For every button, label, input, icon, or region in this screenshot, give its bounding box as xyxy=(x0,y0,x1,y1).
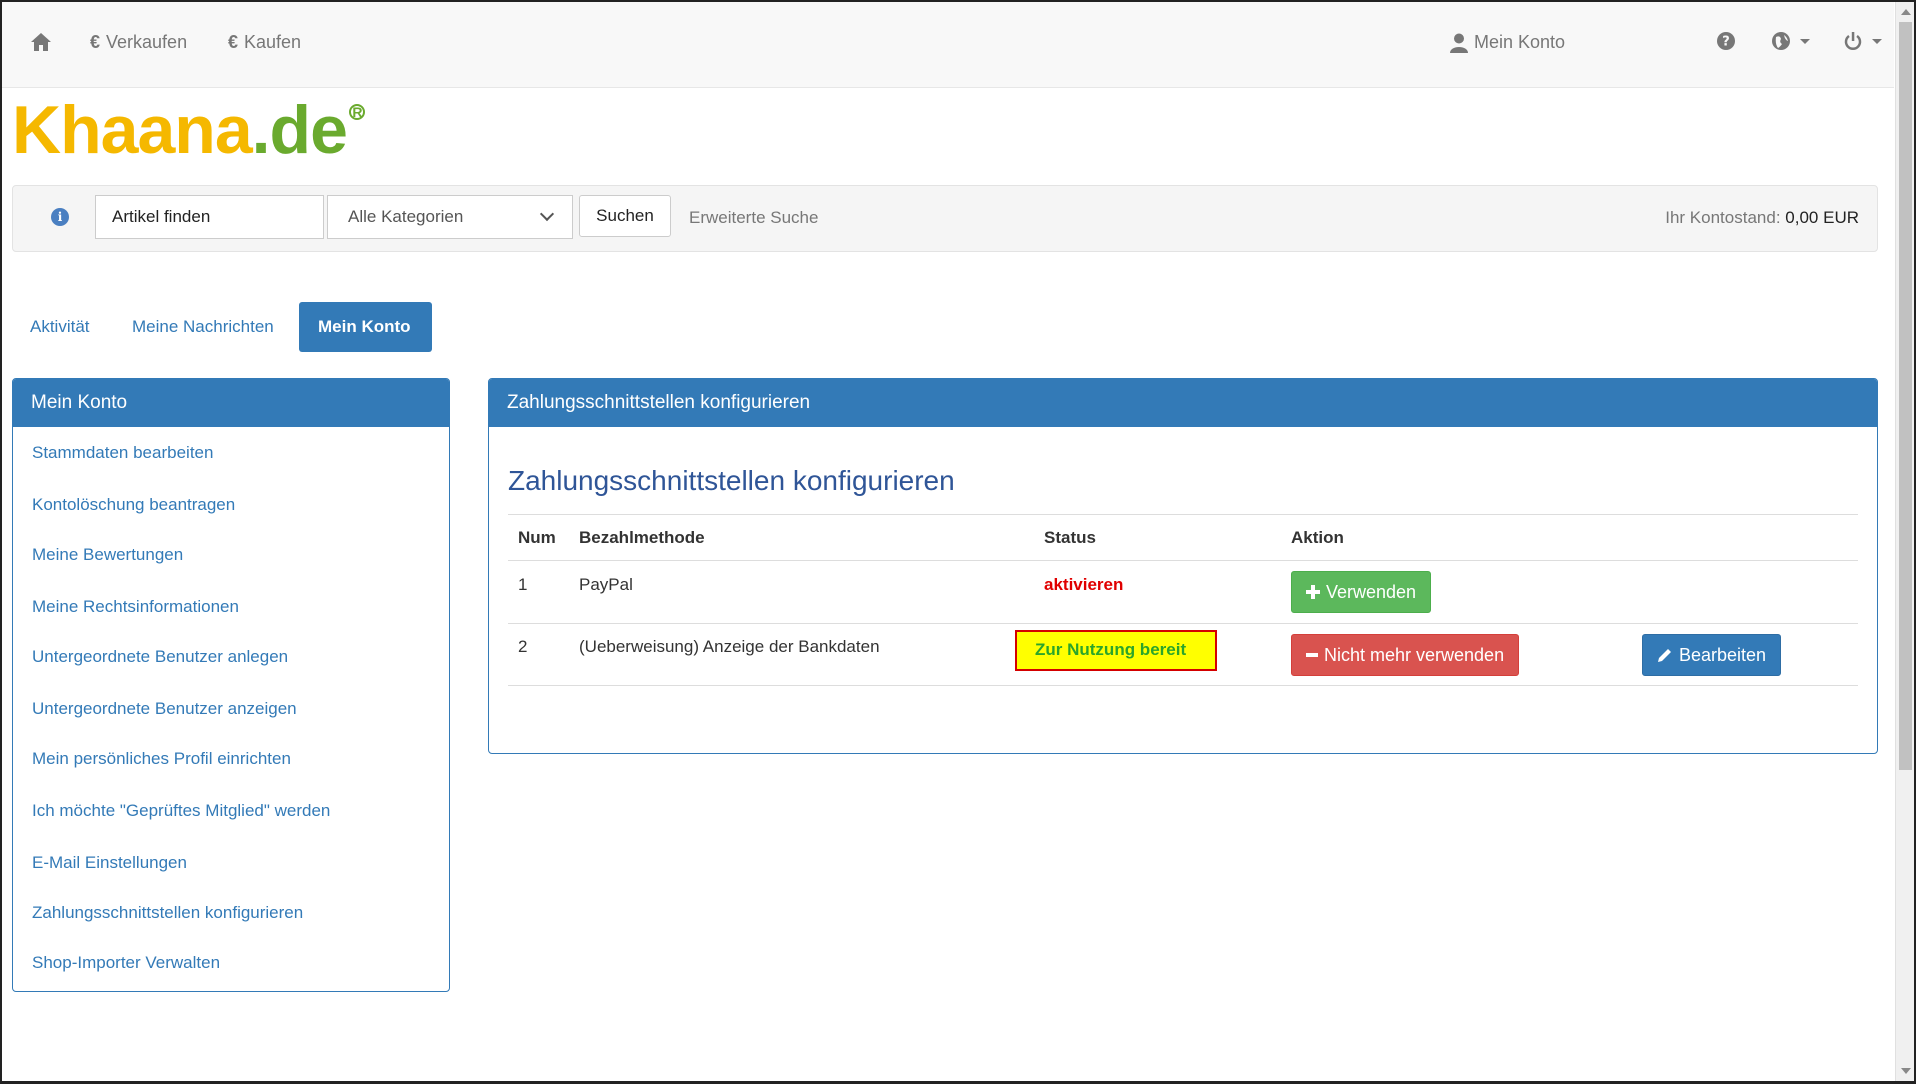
sidebar-item-bewertungen[interactable]: Meine Bewertungen xyxy=(32,545,183,565)
home-link[interactable] xyxy=(30,32,52,52)
table-header-row: Num Bezahlmethode Status Aktion xyxy=(508,514,1858,560)
sidebar-item-benutzer-anzeigen[interactable]: Untergeordnete Benutzer anzeigen xyxy=(32,699,297,719)
table-row: 1 PayPal aktivieren Verwenden xyxy=(508,560,1858,623)
row-method: PayPal xyxy=(579,575,633,594)
tab-meine-nachrichten[interactable]: Meine Nachrichten xyxy=(114,302,292,352)
sidebar-item-email[interactable]: E-Mail Einstellungen xyxy=(32,853,187,873)
nav-kaufen-label: Kaufen xyxy=(244,32,302,52)
scroll-thumb[interactable] xyxy=(1899,22,1912,770)
row-num: 2 xyxy=(518,637,528,656)
chevron-down-icon xyxy=(1872,39,1882,44)
column-header-action: Aktion xyxy=(1291,528,1344,547)
payment-config-panel: Zahlungsschnittstellen konfigurieren Zah… xyxy=(488,378,1878,754)
euro-icon: € xyxy=(90,32,101,52)
language-menu[interactable] xyxy=(1772,32,1810,50)
status-activate: aktivieren xyxy=(1044,575,1124,594)
advanced-search-link[interactable]: Erweiterte Suche xyxy=(689,208,818,228)
panel-heading: Zahlungsschnittstellen konfigurieren xyxy=(489,379,1877,427)
sidebar-item-rechtsinformationen[interactable]: Meine Rechtsinformationen xyxy=(32,597,239,617)
sidebar-item-profil[interactable]: Mein persönliches Profil einrichten xyxy=(32,749,291,769)
search-button[interactable]: Suchen xyxy=(579,195,671,237)
nav-mein-konto-label: Mein Konto xyxy=(1474,32,1566,52)
search-bar: i Alle Kategorien Suchen Erweiterte Such… xyxy=(12,185,1878,252)
scroll-down-icon[interactable] xyxy=(1901,1068,1911,1074)
sidebar-item-zahlungsschnittstellen[interactable]: Zahlungsschnittstellen konfigurieren xyxy=(32,903,303,923)
sidebar-item-shop-importer[interactable]: Shop-Importer Verwalten xyxy=(32,953,220,973)
sidebar-item-benutzer-anlegen[interactable]: Untergeordnete Benutzer anlegen xyxy=(32,647,288,667)
top-navbar: € Verkaufen € Kaufen Mein Konto ? xyxy=(2,2,1894,88)
user-icon xyxy=(1450,33,1468,53)
svg-text:?: ? xyxy=(1722,35,1730,50)
use-button-label: Verwenden xyxy=(1326,581,1417,602)
nav-verkaufen-label: Verkaufen xyxy=(106,32,188,52)
category-select[interactable]: Alle Kategorien xyxy=(327,195,573,239)
power-menu[interactable] xyxy=(1844,32,1882,51)
help-button[interactable]: ? xyxy=(1717,32,1735,50)
account-balance: Ihr Kontostand: 0,00 EUR xyxy=(1665,208,1859,228)
column-header-method: Bezahlmethode xyxy=(579,528,705,547)
plus-icon xyxy=(1306,585,1320,599)
nav-kaufen[interactable]: € Kaufen xyxy=(228,32,301,53)
category-select-value: Alle Kategorien xyxy=(348,207,464,226)
tab-aktivitaet[interactable]: Aktivität xyxy=(12,302,108,352)
search-input[interactable] xyxy=(95,195,324,239)
edit-button-label: Bearbeiten xyxy=(1679,644,1767,665)
chevron-down-icon xyxy=(539,206,555,222)
use-button[interactable]: Verwenden xyxy=(1291,571,1432,613)
pencil-icon xyxy=(1658,649,1671,662)
minus-icon xyxy=(1306,653,1318,657)
balance-label: Ihr Kontostand: xyxy=(1665,208,1781,227)
scroll-up-icon[interactable] xyxy=(1901,9,1911,15)
stop-using-button-label: Nicht mehr verwenden xyxy=(1324,644,1505,665)
column-header-num: Num xyxy=(518,528,556,547)
logo-text-de: .de xyxy=(251,92,348,168)
chevron-down-icon xyxy=(1800,38,1810,44)
edit-button[interactable]: Bearbeiten xyxy=(1642,634,1782,676)
power-icon xyxy=(1844,32,1862,50)
home-icon xyxy=(31,33,51,51)
help-icon: ? xyxy=(1717,32,1735,50)
globe-icon xyxy=(1772,32,1790,50)
nav-mein-konto[interactable]: Mein Konto xyxy=(1450,32,1565,53)
euro-icon: € xyxy=(228,32,239,52)
registered-icon: R xyxy=(348,104,365,120)
vertical-scrollbar[interactable] xyxy=(1895,2,1914,1081)
row-method: (Ueberweisung) Anzeige der Bankdaten xyxy=(579,637,880,656)
site-logo[interactable]: Khaana.de R xyxy=(12,96,365,164)
logo-text-khaana: Khaana xyxy=(12,92,253,168)
stop-using-button[interactable]: Nicht mehr verwenden xyxy=(1291,634,1520,676)
row-num: 1 xyxy=(518,575,528,594)
balance-value: 0,00 EUR xyxy=(1785,208,1859,227)
sidebar-item-gepruefte-mitglied[interactable]: Ich möchte "Geprüftes Mitglied" werden xyxy=(32,801,330,821)
nav-verkaufen[interactable]: € Verkaufen xyxy=(90,32,187,53)
sidebar-item-stammdaten[interactable]: Stammdaten bearbeiten xyxy=(32,443,213,463)
table-row: 2 (Ueberweisung) Anzeige der Bankdaten Z… xyxy=(508,623,1858,686)
sidebar-item-kontoloeschung[interactable]: Kontolöschung beantragen xyxy=(32,495,235,515)
page-title: Zahlungsschnittstellen konfigurieren xyxy=(508,465,955,496)
column-header-status: Status xyxy=(1044,528,1096,547)
info-icon[interactable]: i xyxy=(51,208,69,226)
tab-mein-konto[interactable]: Mein Konto xyxy=(299,302,432,352)
sidebar-title: Mein Konto xyxy=(13,379,449,427)
account-sidebar: Mein Konto Stammdaten bearbeiten Kontolö… xyxy=(12,378,450,992)
status-ready-badge: Zur Nutzung bereit xyxy=(1015,630,1217,671)
